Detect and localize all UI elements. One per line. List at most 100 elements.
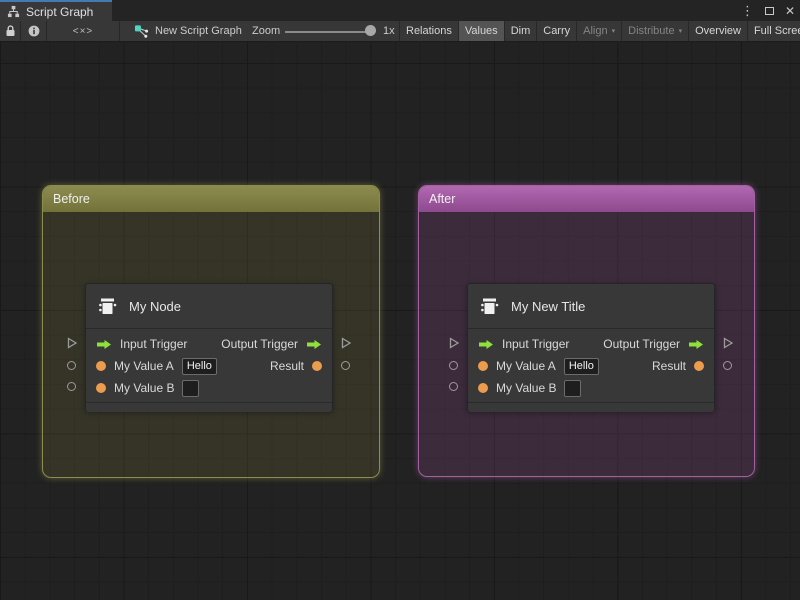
values-label: Values bbox=[464, 25, 498, 37]
port-label: My Value B bbox=[114, 381, 175, 395]
value-a-input[interactable]: Hello bbox=[181, 357, 217, 375]
zoom-label: Zoom bbox=[252, 25, 281, 37]
lock-icon bbox=[6, 25, 14, 36]
maximize-icon[interactable] bbox=[764, 6, 774, 15]
flow-in-port-icon[interactable] bbox=[96, 339, 112, 350]
ext-value-in-port-icon[interactable] bbox=[67, 361, 76, 370]
port-label: Result bbox=[651, 359, 686, 373]
graph-toolbar: <×> New Script Graph Zoom 1x Relations V… bbox=[0, 21, 800, 42]
script-graph-asset-icon bbox=[134, 24, 149, 38]
node-ports: Input Trigger Output Trigger My Value A … bbox=[468, 329, 714, 399]
code-view-button[interactable]: <×> bbox=[47, 21, 120, 41]
tab-bar: Script Graph ⋮ ✕ bbox=[0, 0, 800, 21]
full-screen-label: Full Screen bbox=[753, 25, 800, 37]
port-row: My Value A Hello Result bbox=[86, 355, 332, 377]
graph-asset-name: New Script Graph bbox=[155, 25, 242, 37]
graph-canvas[interactable]: Before After My Node Input Trigger Outpu… bbox=[0, 42, 800, 600]
close-icon[interactable]: ✕ bbox=[785, 5, 795, 17]
node-ports: Input Trigger Output Trigger My Value A … bbox=[86, 329, 332, 399]
ext-value-out-port-icon[interactable] bbox=[723, 361, 732, 370]
value-b-input[interactable] bbox=[182, 379, 200, 397]
ext-flow-in-port-icon[interactable] bbox=[66, 337, 78, 349]
group-after-title: After bbox=[429, 192, 456, 206]
value-a-input[interactable]: Hello bbox=[563, 357, 599, 375]
zoom-slider-track[interactable] bbox=[285, 31, 371, 33]
flow-in-port-icon[interactable] bbox=[478, 339, 494, 350]
node-header[interactable]: My New Title bbox=[468, 284, 714, 329]
group-after-header[interactable]: After bbox=[419, 186, 754, 212]
align-dropdown[interactable]: Align ▾ bbox=[576, 21, 621, 41]
port-label: Input Trigger bbox=[502, 337, 570, 351]
script-graph-window: Script Graph ⋮ ✕ <×> New Script Graph Zo… bbox=[0, 0, 800, 600]
value-out-port-icon[interactable] bbox=[694, 361, 704, 371]
window-menu-icon[interactable]: ⋮ bbox=[741, 4, 754, 17]
ext-flow-out-port-icon[interactable] bbox=[722, 337, 734, 349]
port-row: Input Trigger Output Trigger bbox=[86, 333, 332, 355]
code-icon: <×> bbox=[72, 25, 94, 37]
align-label: Align bbox=[583, 25, 608, 37]
carry-label: Carry bbox=[543, 25, 571, 37]
toolbar-toggle-group: Relations Values Dim Carry Align ▾ Distr… bbox=[399, 21, 800, 41]
node-title: My Node bbox=[129, 298, 182, 314]
dim-label: Dim bbox=[510, 25, 531, 37]
node-footer bbox=[468, 402, 714, 412]
port-label: Output Trigger bbox=[603, 337, 680, 351]
distribute-dropdown[interactable]: Distribute ▾ bbox=[621, 21, 688, 41]
zoom-value-wrap: 1x bbox=[383, 21, 395, 41]
value-in-port-icon[interactable] bbox=[96, 361, 106, 371]
info-icon bbox=[28, 25, 39, 37]
port-row: Input Trigger Output Trigger bbox=[468, 333, 714, 355]
port-label: My Value A bbox=[496, 359, 556, 373]
node-my-node[interactable]: My Node Input Trigger Output Trigger My … bbox=[85, 283, 333, 412]
overview-label: Overview bbox=[695, 25, 741, 37]
port-row: My Value B bbox=[86, 377, 332, 399]
graph-asset-selector[interactable]: New Script Graph bbox=[134, 21, 242, 41]
value-in-port-icon[interactable] bbox=[96, 383, 106, 393]
tab-script-graph[interactable]: Script Graph bbox=[0, 0, 112, 21]
values-button[interactable]: Values bbox=[457, 21, 504, 41]
unit-icon bbox=[481, 298, 499, 314]
relations-label: Relations bbox=[406, 25, 452, 37]
unit-icon bbox=[99, 298, 117, 314]
zoom-slider-handle[interactable] bbox=[365, 25, 376, 36]
group-before-header[interactable]: Before bbox=[43, 186, 379, 212]
zoom-label-wrap: Zoom bbox=[252, 21, 280, 41]
port-row: My Value B bbox=[468, 377, 714, 399]
ext-value-in-port-icon[interactable] bbox=[449, 382, 458, 391]
port-label: My Value B bbox=[496, 381, 557, 395]
value-in-port-icon[interactable] bbox=[478, 361, 488, 371]
node-footer bbox=[86, 402, 332, 412]
port-label: Result bbox=[269, 359, 304, 373]
value-out-port-icon[interactable] bbox=[312, 361, 322, 371]
node-title: My New Title bbox=[511, 298, 586, 314]
flow-out-port-icon[interactable] bbox=[688, 339, 704, 350]
ext-value-in-port-icon[interactable] bbox=[67, 382, 76, 391]
carry-button[interactable]: Carry bbox=[536, 21, 576, 41]
distribute-label: Distribute bbox=[628, 25, 675, 37]
ext-value-out-port-icon[interactable] bbox=[341, 361, 350, 370]
ext-flow-out-port-icon[interactable] bbox=[340, 337, 352, 349]
tab-label: Script Graph bbox=[26, 4, 94, 19]
node-header[interactable]: My Node bbox=[86, 284, 332, 329]
port-label: My Value A bbox=[114, 359, 174, 373]
chevron-down-icon: ▾ bbox=[678, 27, 683, 35]
overview-button[interactable]: Overview bbox=[688, 21, 747, 41]
lock-button[interactable] bbox=[0, 21, 21, 41]
node-my-new-title[interactable]: My New Title Input Trigger Output Trigge… bbox=[467, 283, 715, 412]
window-controls: ⋮ ✕ bbox=[741, 0, 795, 21]
group-before-title: Before bbox=[53, 192, 90, 206]
flow-out-port-icon[interactable] bbox=[306, 339, 322, 350]
info-button[interactable] bbox=[21, 21, 47, 41]
chevron-down-icon: ▾ bbox=[611, 27, 616, 35]
zoom-value: 1x bbox=[383, 25, 395, 37]
ext-value-in-port-icon[interactable] bbox=[449, 361, 458, 370]
value-in-port-icon[interactable] bbox=[478, 383, 488, 393]
full-screen-button[interactable]: Full Screen bbox=[746, 21, 800, 41]
port-label: Output Trigger bbox=[221, 337, 298, 351]
port-row: My Value A Hello Result bbox=[468, 355, 714, 377]
script-graph-tab-icon bbox=[7, 5, 20, 18]
value-b-input[interactable] bbox=[564, 379, 582, 397]
relations-button[interactable]: Relations bbox=[399, 21, 458, 41]
ext-flow-in-port-icon[interactable] bbox=[448, 337, 460, 349]
dim-button[interactable]: Dim bbox=[503, 21, 537, 41]
